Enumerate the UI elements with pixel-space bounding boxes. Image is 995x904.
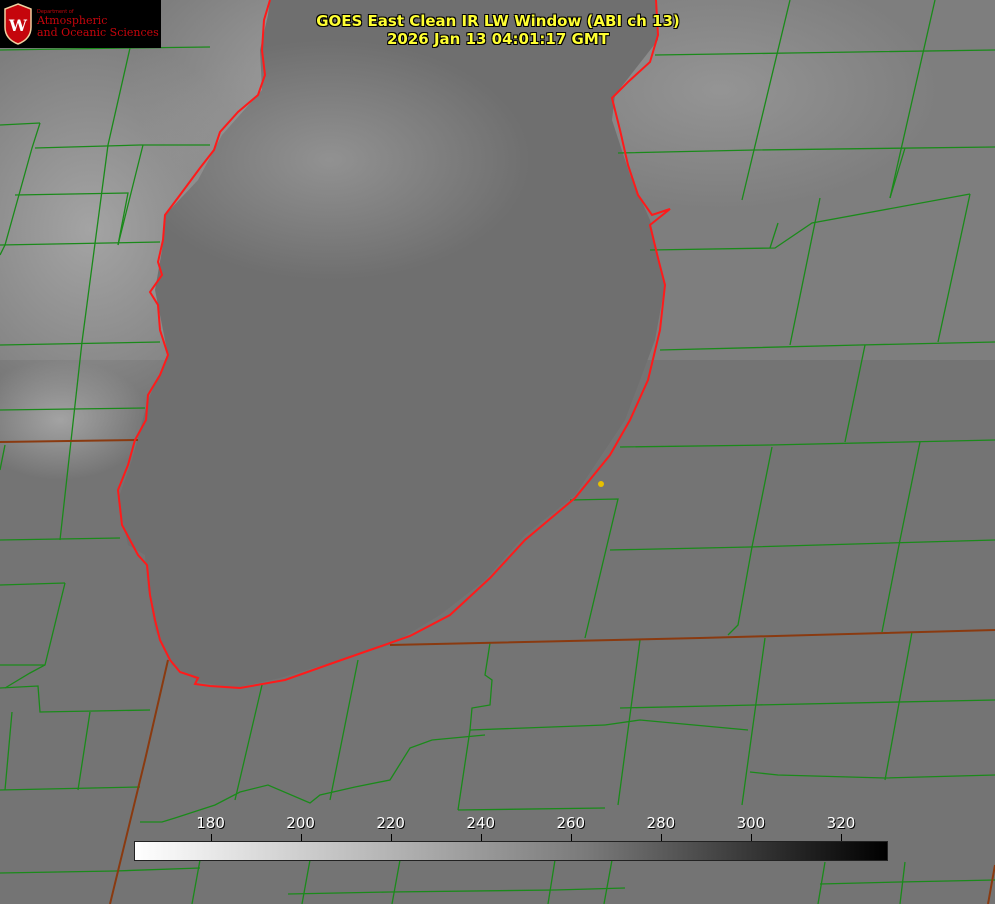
- map-canvas: [0, 0, 995, 904]
- logo-text: Department of Atmospheric and Oceanic Sc…: [37, 9, 159, 39]
- colorbar-tick-mark: [571, 834, 572, 841]
- colorbar-tick-labels: 180 200 220 240 260 280 300 320: [0, 814, 995, 834]
- uw-seal-icon: W: [4, 3, 32, 45]
- seal-letter: W: [8, 16, 28, 35]
- colorbar-tick-mark: [211, 834, 212, 841]
- aos-logo: W Department of Atmospheric and Oceanic …: [0, 0, 161, 48]
- location-marker: [598, 481, 604, 487]
- colorbar-tick-mark: [751, 834, 752, 841]
- satellite-map: W Department of Atmospheric and Oceanic …: [0, 0, 995, 904]
- colorbar-tick-mark: [391, 834, 392, 841]
- image-title: GOES East Clean IR LW Window (ABI ch 13)…: [250, 12, 746, 48]
- colorbar-tick-label: 240: [466, 814, 496, 832]
- colorbar-tick-mark: [301, 834, 302, 841]
- colorbar-tick-label: 300: [736, 814, 766, 832]
- colorbar-tick-label: 260: [556, 814, 586, 832]
- colorbar-tick-label: 220: [376, 814, 405, 832]
- colorbar-tick-mark: [661, 834, 662, 841]
- logo-line-1: Atmospheric: [37, 14, 108, 28]
- colorbar-tick-label: 280: [646, 814, 676, 832]
- logo-line-2: and Oceanic Sciences: [37, 25, 159, 39]
- colorbar: [134, 841, 888, 861]
- title-line-2: 2026 Jan 13 04:01:17 GMT: [387, 30, 609, 48]
- colorbar-tick-mark: [481, 834, 482, 841]
- lake-cloud-top: [130, 40, 530, 280]
- title-line-1: GOES East Clean IR LW Window (ABI ch 13): [316, 12, 680, 30]
- colorbar-tick-label: 180: [196, 814, 225, 832]
- colorbar-tick-mark: [841, 834, 842, 841]
- colorbar-tick-label: 200: [286, 814, 315, 832]
- colorbar-tick-label: 320: [826, 814, 856, 832]
